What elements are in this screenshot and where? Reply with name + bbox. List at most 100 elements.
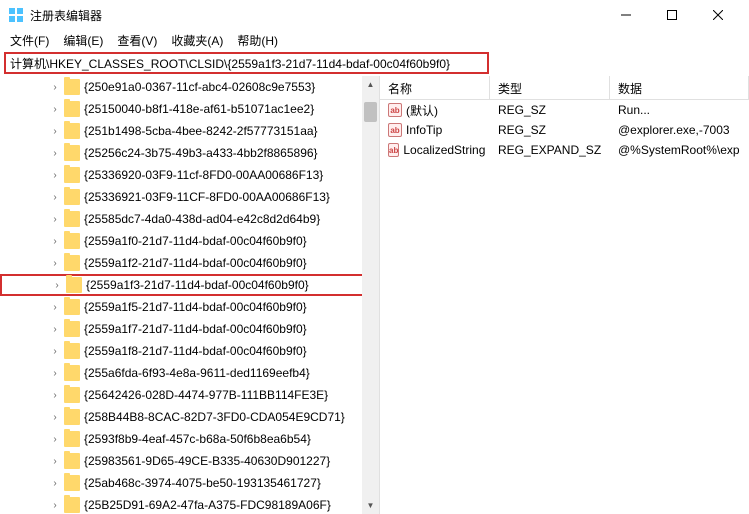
tree-item[interactable]: › {25983561-9D65-49CE-B335-40630D901227} <box>0 450 379 472</box>
tree-container[interactable]: ›{250e91a0-0367-11cf-abc4-02608c9e7553}›… <box>0 76 379 514</box>
titlebar: 注册表编辑器 <box>0 0 749 30</box>
tree-item[interactable]: › {25336921-03F9-11CF-8FD0-00AA00686F13} <box>0 186 379 208</box>
scroll-up-arrow[interactable]: ▲ <box>362 76 379 93</box>
folder-icon <box>66 277 82 293</box>
tree-item-label: {25B25D91-69A2-47fa-A375-FDC98189A06F} <box>84 498 331 512</box>
tree-item[interactable]: ›{25150040-b8f1-418e-af61-b51071ac1ee2} <box>0 98 379 120</box>
tree-item[interactable]: › {2559a1f0-21d7-11d4-bdaf-00c04f60b9f0} <box>0 230 379 252</box>
tree-item[interactable]: › {2559a1f8-21d7-11d4-bdaf-00c04f60b9f0} <box>0 340 379 362</box>
cell-name: abLocalizedString <box>380 143 490 157</box>
list-row[interactable]: ab (默认) REG_SZRun... <box>380 100 749 120</box>
tree-item[interactable]: › {255a6fda-6f93-4e8a-9611-ded1169eefb4} <box>0 362 379 384</box>
cell-type: REG_SZ <box>490 123 610 137</box>
chevron-right-icon[interactable]: › <box>48 388 62 402</box>
menubar: 文件(F) 编辑(E) 查看(V) 收藏夹(A) 帮助(H) <box>0 30 749 50</box>
chevron-right-icon[interactable]: › <box>48 190 62 204</box>
cell-name: ab (默认) <box>380 102 490 119</box>
list-panel: 名称 类型 数据 ab (默认) REG_SZRun... abInfoTipREG_… <box>380 76 749 514</box>
chevron-right-icon[interactable]: › <box>48 168 62 182</box>
chevron-right-icon[interactable]: › <box>48 498 62 512</box>
tree-item-label: {25983561-9D65-49CE-B335-40630D901227} <box>84 454 330 468</box>
folder-icon <box>64 189 80 205</box>
chevron-right-icon[interactable]: › <box>48 300 62 314</box>
tree-item[interactable]: › {2593f8b9-4eaf-457c-b68a-50f6b8ea6b54} <box>0 428 379 450</box>
tree-item-label: {25336920-03F9-11cf-8FD0-00AA00686F13} <box>84 168 323 182</box>
tree-item[interactable]: › {2559a1f5-21d7-11d4-bdaf-00c04f60b9f0} <box>0 296 379 318</box>
folder-icon <box>64 233 80 249</box>
tree-item-label: {25336921-03F9-11CF-8FD0-00AA00686F13} <box>84 190 330 204</box>
menu-file[interactable]: 文件(F) <box>4 30 55 51</box>
scroll-down-arrow[interactable]: ▼ <box>362 497 379 514</box>
cell-name: abInfoTip <box>380 123 490 137</box>
folder-icon <box>64 409 80 425</box>
minimize-button[interactable] <box>603 0 649 30</box>
folder-icon <box>64 211 80 227</box>
list-row[interactable]: abInfoTipREG_SZ@explorer.exe,-7003 <box>380 120 749 140</box>
tree-item-label: {2559a1f8-21d7-11d4-bdaf-00c04f60b9f0} <box>84 344 307 358</box>
list-row[interactable]: abLocalizedStringREG_EXPAND_SZ@%SystemRo… <box>380 140 749 160</box>
chevron-right-icon[interactable]: › <box>48 476 62 490</box>
menu-favorites[interactable]: 收藏夹(A) <box>165 30 229 51</box>
tree-item-label: {25ab468c-3974-4075-be50-193135461727} <box>84 476 321 490</box>
chevron-right-icon[interactable]: › <box>48 234 62 248</box>
folder-icon <box>64 453 80 469</box>
tree-item[interactable]: ›{258B44B8-8CAC-82D7-3FD0-CDA054E9CD71} <box>0 406 379 428</box>
string-value-icon: ab <box>388 123 402 137</box>
tree-item-label: {255a6fda-6f93-4e8a-9611-ded1169eefb4} <box>84 366 310 380</box>
tree-item[interactable]: ›{25585dc7-4da0-438d-ad04-e42c8d2d64b9} <box>0 208 379 230</box>
cell-type: REG_SZ <box>490 103 610 117</box>
tree-item-label: {2559a1f5-21d7-11d4-bdaf-00c04f60b9f0} <box>84 300 307 314</box>
cell-data: @%SystemRoot%\exp <box>610 143 749 157</box>
tree-item-label: {2559a1f2-21d7-11d4-bdaf-00c04f60b9f0} <box>84 256 307 270</box>
tree-item[interactable]: › {250e91a0-0367-11cf-abc4-02608c9e7553} <box>0 76 379 98</box>
chevron-right-icon[interactable]: › <box>48 124 62 138</box>
chevron-right-icon[interactable]: › <box>48 212 62 226</box>
menu-edit[interactable]: 编辑(E) <box>57 30 109 51</box>
chevron-right-icon[interactable]: › <box>50 278 64 292</box>
folder-icon <box>64 497 80 513</box>
chevron-right-icon[interactable]: › <box>48 80 62 94</box>
menu-view[interactable]: 查看(V) <box>111 30 163 51</box>
value-name: (默认) <box>406 102 438 119</box>
tree-item[interactable]: › {2559a1f2-21d7-11d4-bdaf-00c04f60b9f0} <box>0 252 379 274</box>
content-area: ›{250e91a0-0367-11cf-abc4-02608c9e7553}›… <box>0 76 749 514</box>
folder-icon <box>64 365 80 381</box>
chevron-right-icon[interactable]: › <box>48 366 62 380</box>
chevron-right-icon[interactable]: › <box>48 256 62 270</box>
cell-data: Run... <box>610 103 749 117</box>
tree-item[interactable]: › {25336920-03F9-11cf-8FD0-00AA00686F13} <box>0 164 379 186</box>
tree-item[interactable]: › {25ab468c-3974-4075-be50-193135461727} <box>0 472 379 494</box>
tree-item[interactable]: ›{25642426-028D-4474-977B-111BB114FE3E} <box>0 384 379 406</box>
tree-item-label: {2559a1f0-21d7-11d4-bdaf-00c04f60b9f0} <box>84 234 307 248</box>
chevron-right-icon[interactable]: › <box>48 102 62 116</box>
string-value-icon: ab <box>388 103 402 117</box>
chevron-right-icon[interactable]: › <box>48 146 62 160</box>
header-data[interactable]: 数据 <box>610 76 749 99</box>
chevron-right-icon[interactable]: › <box>48 432 62 446</box>
scroll-thumb[interactable] <box>364 102 377 122</box>
header-type[interactable]: 类型 <box>490 76 610 99</box>
folder-icon <box>64 343 80 359</box>
tree-item[interactable]: ›{25256c24-3b75-49b3-a433-4bb2f8865896} <box>0 142 379 164</box>
tree-scrollbar[interactable]: ▲ ▼ <box>362 76 379 514</box>
close-button[interactable] <box>695 0 741 30</box>
folder-icon <box>64 145 80 161</box>
tree-item[interactable]: › {25B25D91-69A2-47fa-A375-FDC98189A06F} <box>0 494 379 514</box>
chevron-right-icon[interactable]: › <box>48 410 62 424</box>
tree-item-label: {250e91a0-0367-11cf-abc4-02608c9e7553} <box>84 80 315 94</box>
header-name[interactable]: 名称 <box>380 76 490 99</box>
tree-item[interactable]: ›{2559a1f3-21d7-11d4-bdaf-00c04f60b9f0} <box>0 274 379 296</box>
chevron-right-icon[interactable]: › <box>48 454 62 468</box>
app-icon <box>8 7 24 23</box>
folder-icon <box>64 167 80 183</box>
tree-item[interactable]: ›{2559a1f7-21d7-11d4-bdaf-00c04f60b9f0} <box>0 318 379 340</box>
folder-icon <box>64 79 80 95</box>
chevron-right-icon[interactable]: › <box>48 344 62 358</box>
address-bar[interactable]: 计算机\HKEY_CLASSES_ROOT\CLSID\{2559a1f3-21… <box>4 52 489 74</box>
tree-item[interactable]: ›{251b1498-5cba-4bee-8242-2f57773151aa} <box>0 120 379 142</box>
tree-item-label: {2593f8b9-4eaf-457c-b68a-50f6b8ea6b54} <box>84 432 311 446</box>
cell-type: REG_EXPAND_SZ <box>490 143 610 157</box>
menu-help[interactable]: 帮助(H) <box>231 30 284 51</box>
chevron-right-icon[interactable]: › <box>48 322 62 336</box>
maximize-button[interactable] <box>649 0 695 30</box>
